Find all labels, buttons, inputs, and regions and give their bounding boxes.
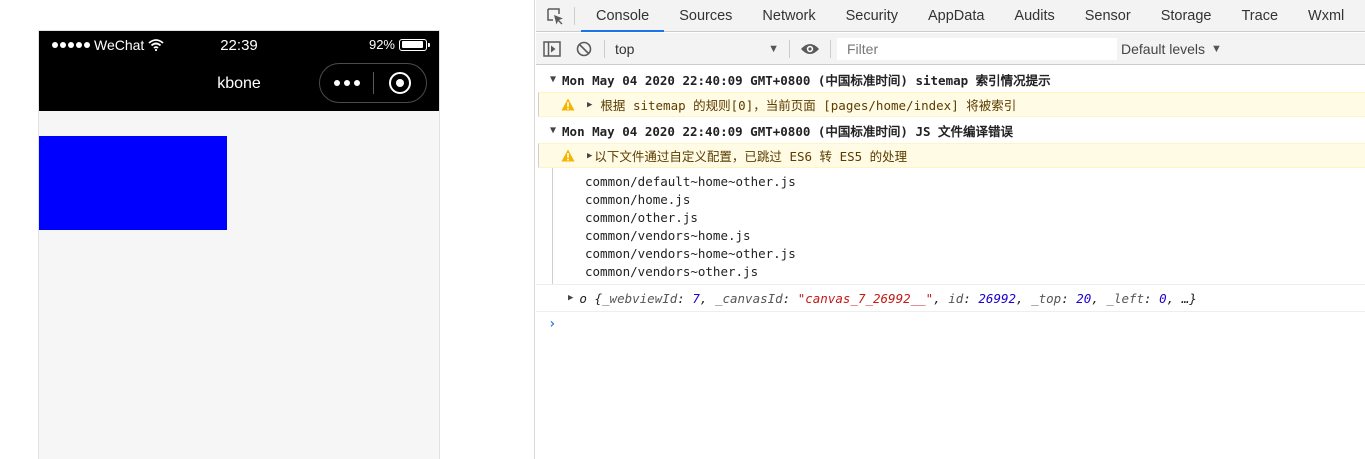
more-dots-icon [333,80,340,86]
group-header-text: Mon May 04 2020 22:40:09 GMT+0800 (中国标准时… [562,72,1051,88]
inspect-icon [547,7,563,24]
live-expression-button[interactable] [794,33,826,65]
file-list: common/default~home~other.js common/home… [552,168,1365,284]
expand-triangle-icon: ▶ [587,150,593,161]
context-value: top [615,40,635,57]
warning-icon [561,149,575,162]
prompt-chevron-icon: › [548,316,557,332]
file-list-item: common/default~home~other.js [585,174,796,189]
tab-console[interactable]: Console [581,0,665,32]
expand-triangle-icon: ▶ [568,293,574,303]
tab-audits[interactable]: Audits [999,0,1069,31]
warning-text: 根据 sitemap 的规则[0]，当前页面 [pages/home/index… [600,98,1017,113]
sidebar-toggle-button[interactable] [536,33,568,65]
battery-percent: 92% [368,37,395,52]
tab-network[interactable]: Network [747,0,830,31]
tab-storage[interactable]: Storage [1146,0,1227,31]
log-levels-dropdown[interactable]: Default levels ▼ [1121,41,1222,57]
collapse-triangle-icon: ▼ [550,124,557,136]
blue-rectangle [39,136,227,230]
object-value: 7 [692,290,700,306]
tab-sources[interactable]: Sources [664,0,747,31]
object-value: 0 [1159,290,1167,306]
object-brace: { [594,290,603,306]
object-value: 26992 [978,290,1017,306]
object-key: _top [1031,290,1062,306]
battery-indicator: 92% [368,37,430,52]
file-list-item: common/vendors~home.js [585,228,751,243]
object-value: 20 [1076,290,1092,306]
clear-console-icon [576,41,592,56]
object-key: id [948,290,964,306]
console-output: ▼ Mon May 04 2020 22:40:09 GMT+0800 (中国标… [536,66,1365,459]
devtools-tab-bar: Console Sources Network Security AppData… [536,0,1365,32]
toolbar-separator [830,39,831,58]
close-target-icon [388,72,411,94]
console-warning[interactable]: ▶ 以下文件通过自定义配置，已跳过 ES6 转 ES5 的处理 [538,143,1365,168]
dropdown-arrow-icon: ▼ [1211,42,1222,55]
warning-icon [561,98,575,111]
toolbar-separator [789,39,790,58]
object-tail: …} [1181,290,1197,306]
file-list-item: common/home.js [585,192,691,207]
battery-icon [399,38,430,51]
file-list-item: common/vendors~other.js [585,264,759,279]
file-list-item: common/other.js [585,210,698,225]
console-warning[interactable]: ▶ 根据 sitemap 的规则[0]，当前页面 [pages/home/ind… [538,92,1365,117]
console-prompt[interactable]: › [536,312,1365,336]
tab-security[interactable]: Security [831,0,913,31]
toolbar-separator [604,39,605,58]
simulator-panel: WeChat 22:39 92% kbone [0,0,535,459]
more-menu-button[interactable] [320,64,373,102]
inspect-element-button[interactable] [536,0,574,31]
devtools-panel: Console Sources Network Security AppData… [536,0,1365,459]
tab-sensor[interactable]: Sensor [1070,0,1146,31]
collapse-triangle-icon: ▼ [550,73,557,85]
console-toolbar: top ▼ Default levels ▼ [536,33,1365,65]
object-value: "canvas_7_26992__" [797,290,934,306]
navigation-bar: kbone [39,59,439,111]
dropdown-arrow-icon: ▼ [768,42,779,55]
object-key: _webviewId [602,290,678,306]
log-levels-label: Default levels [1121,40,1206,57]
close-miniprogram-button[interactable] [374,64,426,102]
eye-icon [801,43,819,54]
clear-console-button[interactable] [568,33,600,65]
warning-text: 以下文件通过自定义配置，已跳过 ES6 转 ES5 的处理 [594,149,908,164]
object-log-row[interactable]: ▶ o {_webviewId: 7, _canvasId: "canvas_7… [536,284,1365,312]
phone-screen: WeChat 22:39 92% kbone [38,30,440,459]
object-key: _canvasId [714,290,783,306]
object-key: _left [1106,290,1145,306]
sidebar-toggle-icon [543,40,561,57]
tab-separator [574,6,575,25]
tab-appdata[interactable]: AppData [913,0,999,31]
menu-capsule [319,63,427,103]
group-header-text: Mon May 04 2020 22:40:09 GMT+0800 (中国标准时… [562,123,1014,139]
context-selector[interactable]: top ▼ [609,38,785,60]
tab-wxml[interactable]: Wxml [1293,0,1359,31]
console-group-header[interactable]: ▼ Mon May 04 2020 22:40:09 GMT+0800 (中国标… [536,117,1365,143]
expand-triangle-icon: ▶ [587,99,593,110]
filter-input[interactable] [837,37,1117,60]
object-name: o [579,290,587,306]
console-group-header[interactable]: ▼ Mon May 04 2020 22:40:09 GMT+0800 (中国标… [536,66,1365,92]
tab-trace[interactable]: Trace [1226,0,1293,31]
status-bar: WeChat 22:39 92% [39,31,439,59]
file-list-item: common/vendors~home~other.js [585,246,796,261]
